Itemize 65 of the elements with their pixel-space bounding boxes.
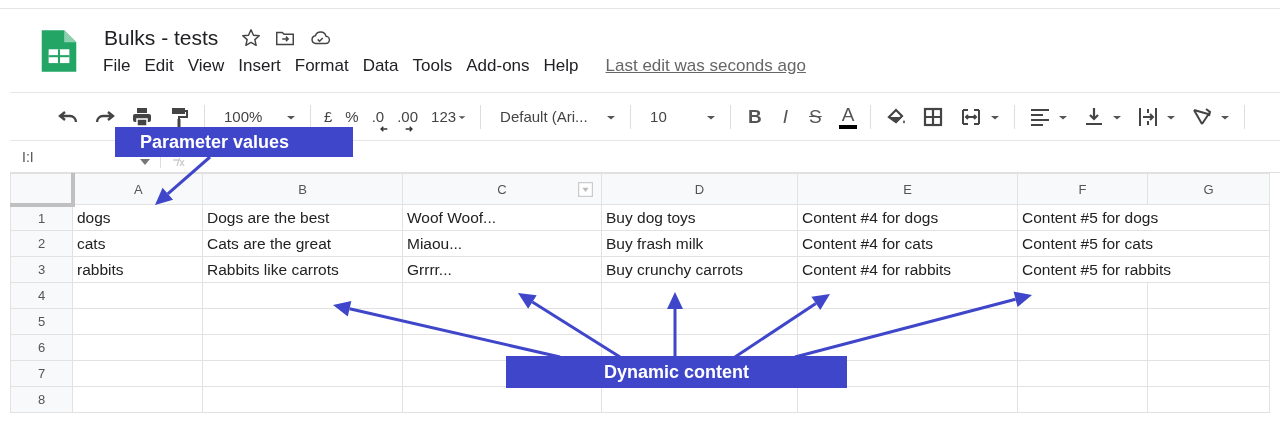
table-cell: Buy crunchy carrots xyxy=(601,256,798,283)
menu-item[interactable]: Tools xyxy=(412,56,453,76)
font-size-dropdown[interactable]: 10 xyxy=(644,108,701,125)
bold-button[interactable]: B xyxy=(744,105,766,128)
row-header[interactable]: 5 xyxy=(10,308,73,335)
row-header[interactable]: 3 xyxy=(10,256,73,283)
decrease-decimals-button[interactable]: .0 xyxy=(371,108,385,125)
font-dropdown[interactable]: Default (Ari... xyxy=(494,108,601,125)
annotation-label: Parameter values xyxy=(115,127,353,157)
annotation-label: Dynamic content xyxy=(506,356,847,388)
annotation-arrow xyxy=(155,155,211,205)
menu-item[interactable]: View xyxy=(187,56,225,76)
zoom-dropdown[interactable]: 100% xyxy=(218,108,280,125)
table-cell: rabbits xyxy=(72,256,203,283)
menu-item[interactable]: Insert xyxy=(238,56,281,76)
menu-item[interactable]: Edit xyxy=(144,56,174,76)
column-header[interactable]: F xyxy=(1017,173,1148,205)
table-cell: Content #5 for dogs xyxy=(1017,204,1270,231)
table-cell: Miaou... xyxy=(402,230,602,257)
column-header[interactable]: D xyxy=(601,173,798,205)
text-color-button[interactable]: A xyxy=(838,104,858,129)
function-icon xyxy=(171,158,185,166)
table-cell: Rabbits like carrots xyxy=(202,256,403,283)
table-cell: Content #5 for cats xyxy=(1017,230,1270,257)
currency-button[interactable]: £ xyxy=(324,108,333,125)
menu-item[interactable]: Format xyxy=(294,56,349,76)
row-header[interactable]: 7 xyxy=(10,360,73,387)
table-cell: Dogs are the best xyxy=(202,204,403,231)
menu-item[interactable]: Add-ons xyxy=(466,56,530,76)
sheets-logo-icon[interactable] xyxy=(40,27,78,75)
column-header[interactable]: E xyxy=(797,173,1018,205)
column-header[interactable]: B xyxy=(202,173,403,205)
table-cell: Woof Woof... xyxy=(402,204,602,231)
column-header[interactable]: C xyxy=(402,173,602,205)
percent-button[interactable]: % xyxy=(345,108,359,125)
table-cell: dogs xyxy=(72,204,203,231)
table-cell: Buy frash milk xyxy=(601,230,798,257)
table-cell: Content #4 for rabbits xyxy=(797,256,1018,283)
star-icon[interactable] xyxy=(240,27,263,49)
row-header[interactable]: 6 xyxy=(10,334,73,361)
table-cell: Grrrr... xyxy=(402,256,602,283)
row-header[interactable]: 2 xyxy=(10,230,73,257)
last-edit-link[interactable]: Last edit was seconds ago xyxy=(605,56,806,76)
cell-reference: I:I xyxy=(22,148,34,165)
document-title[interactable]: Bulks - tests xyxy=(104,26,219,50)
italic-button[interactable]: I xyxy=(778,105,793,128)
row-header[interactable]: 8 xyxy=(10,386,73,413)
name-box[interactable]: I:I xyxy=(22,148,48,165)
column-header[interactable]: A xyxy=(72,173,203,205)
table-cell: Cats are the great xyxy=(202,230,403,257)
table-cell: cats xyxy=(72,230,203,257)
row-header[interactable]: 4 xyxy=(10,282,73,309)
caret-icon[interactable] xyxy=(140,159,150,165)
annotation-arrow xyxy=(667,292,683,357)
strikethrough-button[interactable]: S xyxy=(805,105,826,128)
column-header[interactable]: G xyxy=(1147,173,1270,205)
table-cell: Content #4 for cats xyxy=(797,230,1018,257)
increase-decimals-button[interactable]: .00 xyxy=(397,108,419,125)
table-cell: Content #4 for dogs xyxy=(797,204,1018,231)
more-formats-button[interactable]: 123 xyxy=(431,108,457,125)
menu-item[interactable]: Help xyxy=(543,56,579,76)
menu-item[interactable]: Data xyxy=(362,56,399,76)
table-cell: Content #5 for rabbits xyxy=(1017,256,1270,283)
menu-item[interactable]: File xyxy=(103,56,131,76)
table-cell: Buy dog toys xyxy=(601,204,798,231)
